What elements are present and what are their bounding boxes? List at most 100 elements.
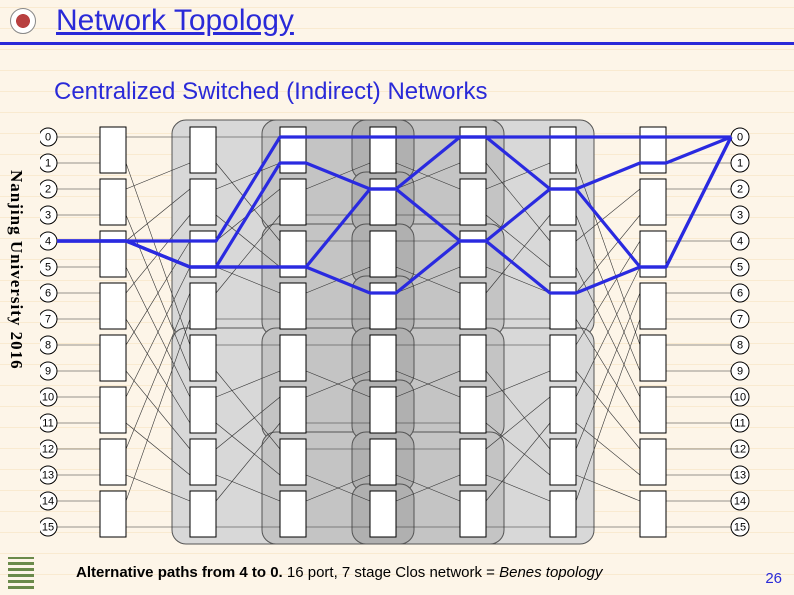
caption-rest: 16 port, 7 stage Clos network = [283,564,499,581]
switch [640,335,666,381]
switch [190,387,216,433]
switch [550,439,576,485]
switch [460,127,486,173]
input-port-label: 8 [45,339,51,351]
switch [550,491,576,537]
university-logo-icon [10,8,36,34]
switch [100,491,126,537]
switch [370,439,396,485]
switch [190,335,216,381]
footer-decor-icon [8,557,34,589]
switch [640,439,666,485]
switch [550,231,576,277]
switch [280,439,306,485]
switch [190,179,216,225]
switch [190,283,216,329]
switch [370,179,396,225]
output-port-label: 3 [737,209,743,221]
switch [280,491,306,537]
page-number: 26 [765,570,782,587]
switch [280,387,306,433]
switch [370,127,396,173]
output-port-label: 13 [734,469,746,481]
switch [460,231,486,277]
switch [190,439,216,485]
switch [100,387,126,433]
input-port-label: 12 [42,443,54,455]
input-port-label: 9 [45,365,51,377]
switch [550,179,576,225]
switch [370,335,396,381]
output-port-label: 1 [737,157,743,169]
switch [370,387,396,433]
input-port-label: 13 [42,469,54,481]
input-port-label: 0 [45,131,51,143]
switch [100,231,126,277]
input-port-label: 10 [42,391,54,403]
input-port-label: 11 [42,417,53,429]
switch [640,283,666,329]
output-port-label: 10 [734,391,746,403]
caption-bold: Alternative paths from 4 to 0. [76,564,283,581]
switch [100,335,126,381]
caption-italic: Benes topology [499,564,602,581]
switch [280,179,306,225]
switch [190,491,216,537]
switch [100,127,126,173]
page-title: Network Topology [56,4,294,38]
switch [460,491,486,537]
output-port-label: 15 [734,521,746,533]
output-port-label: 12 [734,443,746,455]
input-port-label: 3 [45,209,51,221]
benes-network-diagram: /*placeholder to keep svg non-self-closi… [40,118,760,548]
input-port-label: 2 [45,183,51,195]
switch [370,491,396,537]
switch [190,231,216,277]
input-port-label: 4 [45,235,51,247]
switch [460,439,486,485]
switch [280,335,306,381]
switch [190,127,216,173]
switch [280,231,306,277]
input-port-label: 5 [45,261,51,273]
input-port-label: 7 [45,313,51,325]
output-port-label: 11 [734,417,745,429]
switch [640,231,666,277]
header-bar: Network Topology [0,0,794,45]
switch [640,127,666,173]
switch [640,491,666,537]
caption: Alternative paths from 4 to 0. 16 port, … [76,564,603,581]
switch [460,283,486,329]
input-port-label: 15 [42,521,54,533]
switch [640,387,666,433]
output-port-label: 7 [737,313,743,325]
subtitle: Centralized Switched (Indirect) Networks [54,78,488,106]
output-port-label: 9 [737,365,743,377]
switch [550,387,576,433]
input-port-label: 14 [42,495,54,507]
switch [640,179,666,225]
switch [370,231,396,277]
input-port-label: 6 [45,287,51,299]
output-port-label: 8 [737,339,743,351]
output-port-label: 6 [737,287,743,299]
switch [100,283,126,329]
switch [280,283,306,329]
switch [550,283,576,329]
switch [100,439,126,485]
output-port-label: 2 [737,183,743,195]
switch [280,127,306,173]
switch [550,335,576,381]
output-port-label: 14 [734,495,746,507]
output-port-label: 4 [737,235,743,247]
input-port-label: 1 [45,157,51,169]
output-port-label: 0 [737,131,743,143]
switch [370,283,396,329]
switch [460,179,486,225]
switch [460,335,486,381]
switch [100,179,126,225]
switch [460,387,486,433]
sidebar-affiliation: Nanjing University 2016 [6,170,26,370]
switch [550,127,576,173]
output-port-label: 5 [737,261,743,273]
